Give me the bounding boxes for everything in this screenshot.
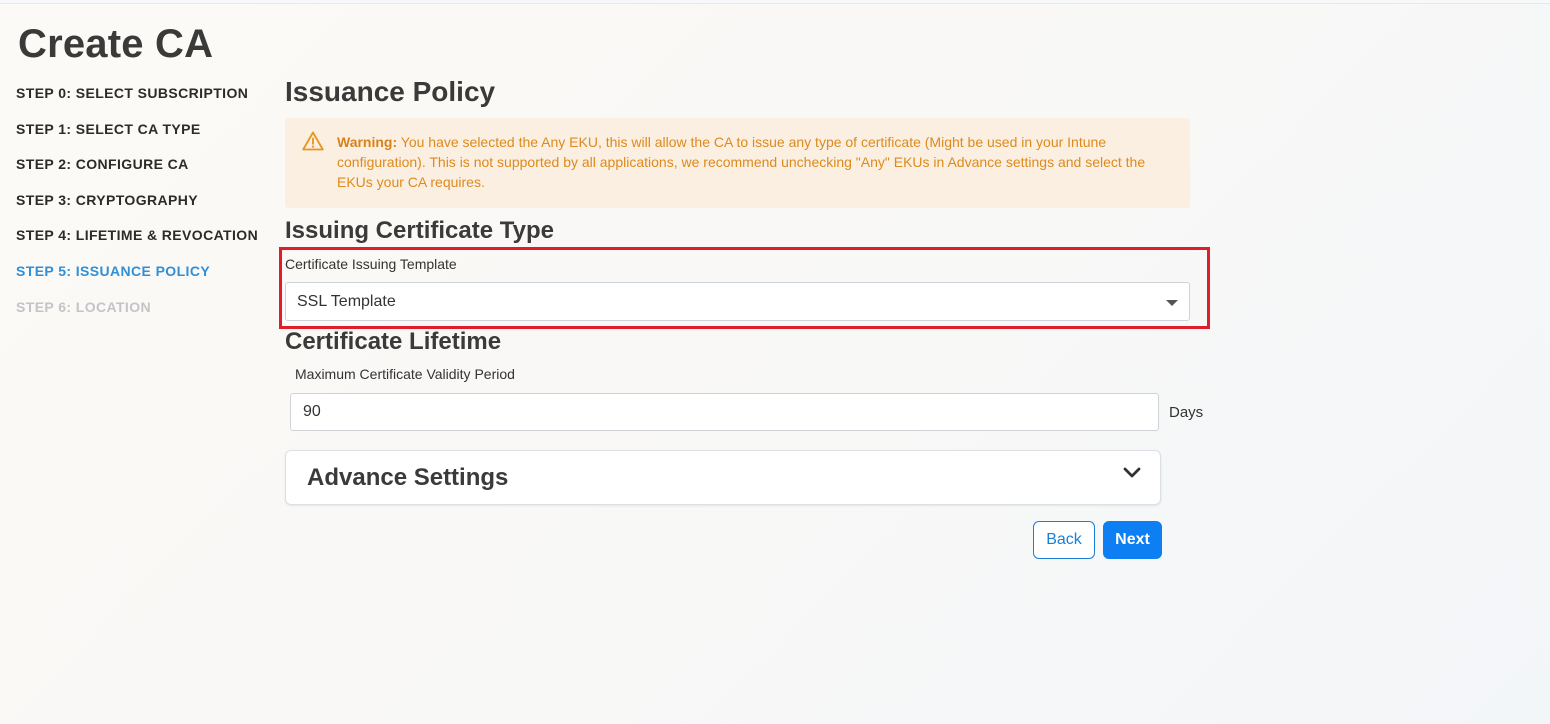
issuing-certificate-type-heading: Issuing Certificate Type	[285, 217, 554, 244]
days-unit-label: Days	[1169, 404, 1204, 421]
step-location: STEP 6: LOCATION	[16, 298, 152, 315]
template-label: Certificate Issuing Template	[285, 256, 457, 272]
step-configure-ca[interactable]: STEP 2: CONFIGURE CA	[16, 155, 266, 191]
next-button[interactable]: Next	[1103, 521, 1162, 559]
caret-down-icon	[1166, 300, 1178, 306]
wizard-steps: STEP 0: SELECT SUBSCRIPTION STEP 1: SELE…	[16, 84, 266, 333]
advance-settings-title: Advance Settings	[307, 464, 509, 491]
step-lifetime-revocation[interactable]: STEP 4: LIFETIME & REVOCATION	[16, 226, 266, 262]
back-button[interactable]: Back	[1033, 521, 1095, 559]
warning-alert: Warning: You have selected the Any EKU, …	[285, 118, 1190, 208]
validity-period-input[interactable]	[290, 393, 1159, 431]
page-title: Create CA	[18, 22, 214, 66]
warning-text: You have selected the Any EKU, this will…	[337, 134, 1146, 190]
chevron-down-icon	[1123, 467, 1141, 478]
step-issuance-policy[interactable]: STEP 5: ISSUANCE POLICY	[16, 262, 266, 298]
validity-period-label: Maximum Certificate Validity Period	[295, 366, 515, 382]
warning-triangle-icon	[302, 131, 324, 151]
step-select-ca-type[interactable]: STEP 1: SELECT CA TYPE	[16, 120, 266, 156]
step-select-subscription[interactable]: STEP 0: SELECT SUBSCRIPTION	[16, 84, 266, 120]
top-rule	[0, 0, 1550, 4]
issuance-policy-heading: Issuance Policy	[285, 76, 496, 107]
certificate-lifetime-heading: Certificate Lifetime	[285, 328, 502, 355]
advance-settings-accordion[interactable]: Advance Settings	[285, 450, 1161, 505]
template-select-value: SSL Template	[297, 293, 396, 310]
template-select[interactable]: SSL Template	[285, 282, 1190, 321]
step-cryptography[interactable]: STEP 3: CRYPTOGRAPHY	[16, 191, 266, 227]
warning-prefix: Warning:	[337, 134, 398, 150]
